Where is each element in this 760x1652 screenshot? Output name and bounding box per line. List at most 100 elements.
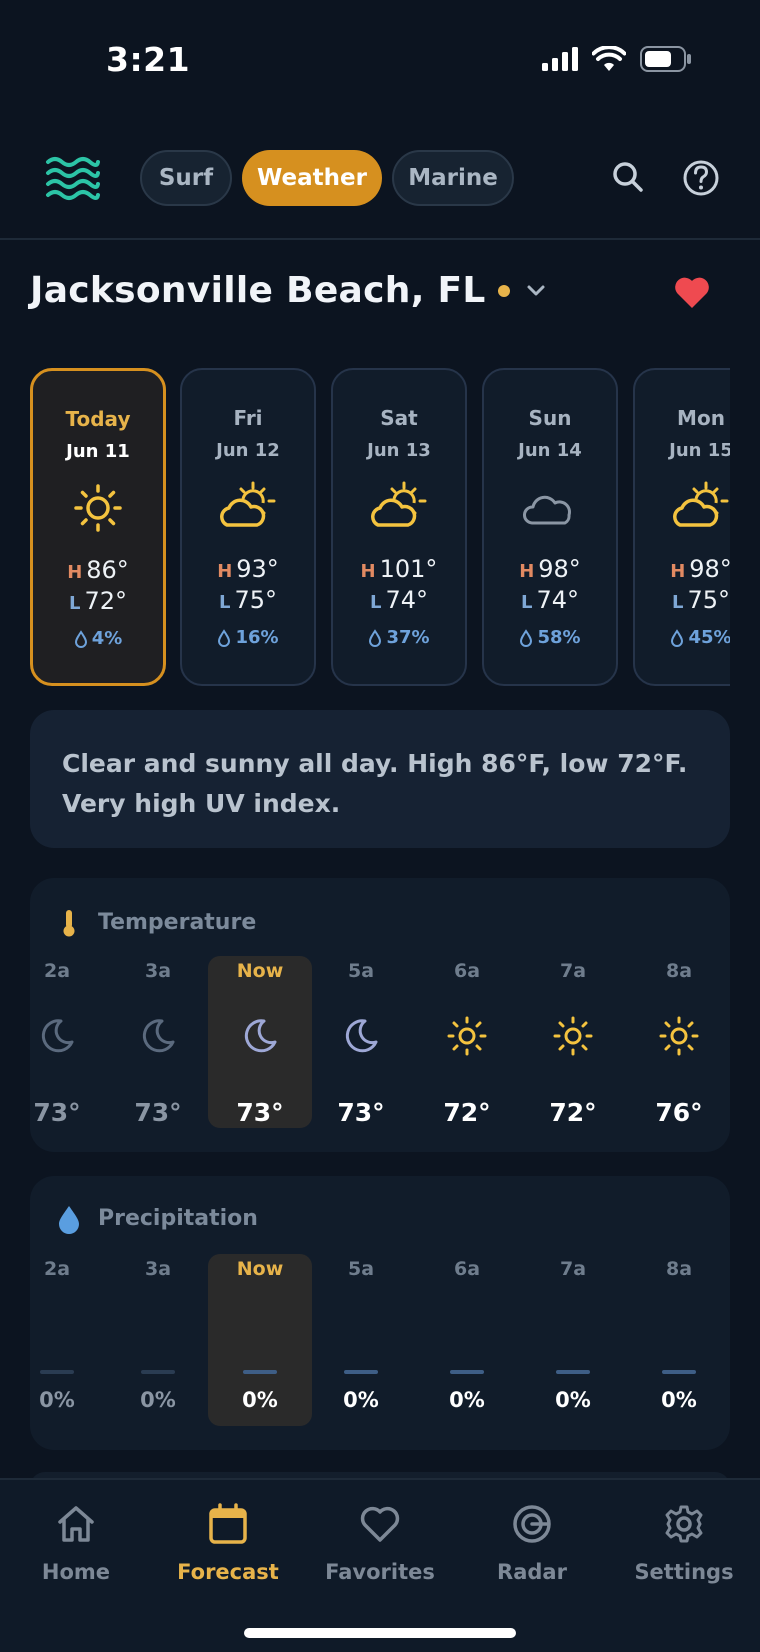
- day-name: Sun: [528, 406, 572, 430]
- tab-home[interactable]: Home: [0, 1502, 152, 1584]
- precipitation-title: Precipitation: [98, 1206, 258, 1231]
- tab-weather[interactable]: Weather: [242, 150, 382, 206]
- day-name: Mon: [677, 406, 725, 430]
- precip-chance: 45%: [635, 627, 730, 648]
- partly-cloudy-icon: [220, 481, 276, 527]
- hour-column: 6a 72°: [443, 960, 491, 1127]
- battery-icon: [640, 46, 691, 72]
- wifi-icon: [592, 46, 626, 71]
- day-date: Jun 15: [669, 440, 730, 461]
- location-status-dot: [497, 284, 510, 297]
- hour-column: 8a 0%: [661, 1258, 697, 1412]
- day-date: Jun 12: [216, 440, 280, 461]
- home-indicator: [244, 1628, 516, 1638]
- status-icons: [542, 46, 692, 72]
- droplet-icon: [369, 628, 382, 647]
- moon-icon: [142, 1019, 175, 1053]
- chevron-down-icon: [527, 285, 545, 295]
- precip-chance: 4%: [33, 628, 163, 649]
- day-card-sun[interactable]: Sun Jun 14 H 98° L 74° 58%: [482, 368, 618, 686]
- droplet-icon: [671, 628, 684, 647]
- droplet-icon: [59, 1206, 79, 1234]
- tab-radar[interactable]: Radar: [456, 1502, 608, 1584]
- status-time: 3:21: [106, 40, 191, 79]
- precip-bar: [344, 1370, 378, 1374]
- precip-bar: [141, 1370, 175, 1374]
- tab-settings[interactable]: Settings: [608, 1502, 760, 1584]
- day-card-sat[interactable]: Sat Jun 13 H 101° L 74° 37%: [331, 368, 467, 686]
- precip-bar: [450, 1370, 484, 1374]
- status-bar: 3:21: [0, 0, 760, 120]
- droplet-icon: [74, 629, 87, 648]
- sun-icon: [659, 1016, 699, 1056]
- day-date: Jun 11: [66, 441, 130, 462]
- moon-icon: [244, 1019, 277, 1053]
- low-temp: L 74°: [369, 586, 429, 614]
- moon-icon: [41, 1019, 74, 1053]
- thermometer-icon: [63, 910, 75, 937]
- precip-chance: 58%: [484, 627, 616, 648]
- tab-forecast[interactable]: Forecast: [152, 1502, 304, 1584]
- low-temp: L 75°: [671, 586, 730, 614]
- sun-icon: [447, 1016, 487, 1056]
- location-selector[interactable]: Jacksonville Beach, FL: [30, 270, 546, 311]
- precip-bar: [556, 1370, 590, 1374]
- day-name: Today: [65, 407, 131, 431]
- precip-chance: 16%: [182, 627, 314, 648]
- day-card-mon[interactable]: Mon Jun 15 H 98° L 75° 45%: [633, 368, 730, 686]
- hour-column: 7a 72°: [549, 960, 597, 1127]
- temperature-panel: Temperature 2a 73° 3a 73° Now 73° 5a 73°…: [30, 878, 730, 1152]
- search-icon[interactable]: [604, 154, 652, 202]
- tab-surf[interactable]: Surf: [140, 150, 232, 206]
- hour-column: 5a 0%: [343, 1258, 379, 1412]
- high-temp: H 86°: [67, 556, 129, 584]
- low-temp: L 72°: [68, 587, 128, 615]
- partly-cloudy-icon: [371, 481, 427, 527]
- hour-column: 6a 0%: [449, 1258, 485, 1412]
- hour-column: 3a 0%: [140, 1258, 176, 1412]
- precip-bar: [40, 1370, 74, 1374]
- precipitation-panel: Precipitation 2a 0% 3a 0% Now 0% 5a 0% 6…: [30, 1176, 730, 1450]
- high-temp: H 98°: [670, 555, 730, 583]
- precip-chance: 37%: [333, 627, 465, 648]
- forecast-summary: Clear and sunny all day. High 86°F, low …: [30, 710, 730, 848]
- sun-icon: [553, 1016, 593, 1056]
- sun-icon: [74, 484, 122, 532]
- day-date: Jun 14: [518, 440, 582, 461]
- precip-bar: [243, 1370, 277, 1374]
- day-card-fri[interactable]: Fri Jun 12 H 93° L 75° 16%: [180, 368, 316, 686]
- location-name: Jacksonville Beach, FL: [30, 270, 486, 311]
- partly-cloudy-icon: [673, 481, 729, 527]
- cloud-icon: [523, 495, 571, 525]
- hour-column: 7a 0%: [555, 1258, 591, 1412]
- moon-icon: [345, 1019, 378, 1053]
- high-temp: H 93°: [217, 555, 279, 583]
- hour-column: 5a 73°: [337, 960, 385, 1127]
- precip-bar: [662, 1370, 696, 1374]
- droplet-icon: [520, 628, 533, 647]
- waves-logo-icon: [46, 157, 100, 200]
- calendar-icon: [209, 1503, 247, 1544]
- tab-marine[interactable]: Marine: [392, 150, 514, 206]
- hour-column: 2a 73°: [33, 960, 81, 1127]
- hour-column-now: Now 73°: [236, 960, 284, 1127]
- high-temp: H 101°: [360, 555, 438, 583]
- bottom-tab-bar: Home Forecast Favorites Radar Settings: [0, 1478, 760, 1652]
- favorite-heart-icon[interactable]: [672, 272, 712, 312]
- tab-favorites[interactable]: Favorites: [304, 1502, 456, 1584]
- low-temp: L 74°: [520, 586, 580, 614]
- high-temp: H 98°: [519, 555, 581, 583]
- home-icon: [58, 1506, 94, 1542]
- hour-column: 8a 76°: [655, 960, 703, 1127]
- radar-icon: [513, 1505, 551, 1543]
- day-name: Fri: [233, 406, 263, 430]
- temperature-title: Temperature: [98, 910, 257, 935]
- day-name: Sat: [380, 406, 418, 430]
- day-card-today[interactable]: Today Jun 11 H 86° L 72° 4%: [30, 368, 166, 686]
- help-icon[interactable]: [677, 154, 725, 202]
- daily-forecast-strip[interactable]: Today Jun 11 H 86° L 72° 4% Fri Jun 12 H…: [30, 368, 730, 688]
- hour-column-now: Now 0%: [236, 1258, 284, 1412]
- heart-icon: [360, 1506, 400, 1542]
- gear-icon: [665, 1505, 703, 1543]
- day-date: Jun 13: [367, 440, 431, 461]
